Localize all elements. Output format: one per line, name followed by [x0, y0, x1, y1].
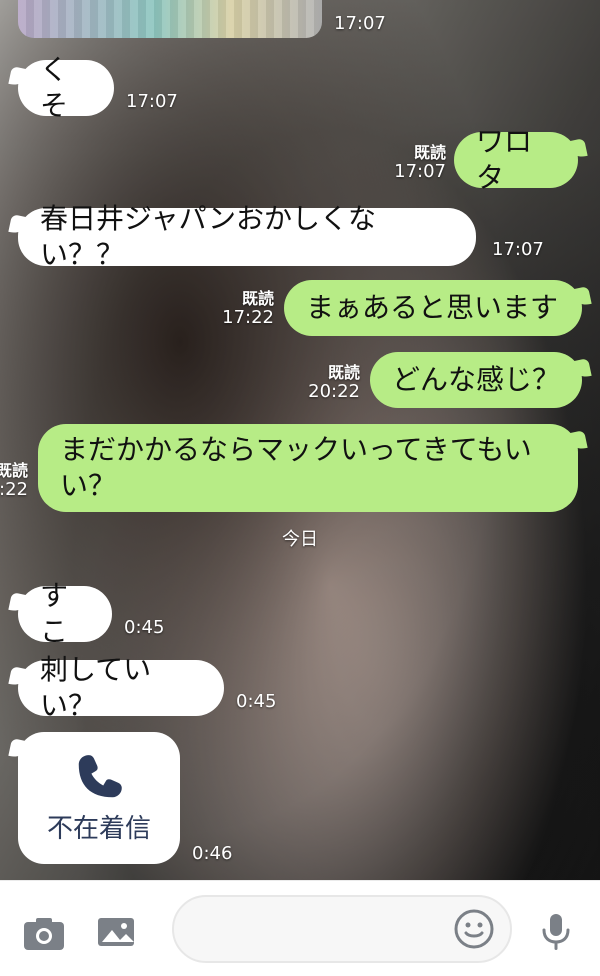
image-message-time: 17:07 [334, 13, 386, 34]
incoming-message-bubble[interactable]: すこ [18, 579, 112, 648]
message-time: 0:45 [236, 691, 277, 712]
read-label: 既読 [241, 289, 274, 308]
missed-call-time: 0:46 [192, 843, 233, 864]
mic-icon [542, 914, 570, 950]
mic-button[interactable] [532, 908, 580, 956]
message-input[interactable] [172, 895, 512, 963]
message-text: ワロタ [476, 125, 533, 194]
outgoing-message-bubble[interactable]: まだかかるならマックいってきてもいい？ [38, 424, 578, 512]
image-icon [98, 918, 134, 946]
read-time: 17:07 [394, 161, 446, 182]
phone-icon [78, 755, 122, 798]
incoming-message-bubble[interactable]: くそ [18, 53, 114, 122]
read-label: 既読 [413, 143, 446, 162]
outgoing-message-bubble[interactable]: どんな感じ？ [370, 352, 582, 408]
read-label: 既読 [327, 363, 360, 382]
read-receipt: 既読 17:07 [356, 144, 446, 182]
missed-call-label: 不在着信 [46, 814, 151, 844]
message-text: まだかかるならマックいってきてもいい？ [60, 433, 532, 502]
read-receipt: 既読 17:22 [184, 290, 274, 328]
incoming-message-bubble[interactable]: 刺していい？ [18, 653, 224, 722]
image-button[interactable] [92, 908, 140, 956]
message-text: すこ [40, 579, 69, 648]
message-text: まぁあると思います [306, 291, 559, 324]
message-input-bar [0, 880, 600, 976]
message-text: どんな感じ？ [392, 363, 561, 396]
read-time: 20:22 [308, 381, 360, 402]
message-text: くそ [40, 53, 69, 122]
emoji-icon[interactable] [452, 907, 496, 951]
message-text: 刺していい？ [40, 653, 152, 722]
outgoing-message-bubble[interactable]: ワロタ [454, 125, 578, 194]
camera-button[interactable] [20, 908, 68, 956]
camera-icon [24, 918, 64, 950]
read-time: 17:22 [222, 307, 274, 328]
message-time: 0:45 [124, 617, 165, 638]
message-text-input[interactable] [194, 914, 440, 944]
incoming-message-bubble[interactable]: 春日井ジャパンおかしくない？？ [18, 202, 476, 271]
message-time: 17:07 [492, 239, 544, 260]
missed-call-card[interactable]: 不在着信 [18, 732, 180, 864]
read-time: :22 [0, 479, 28, 500]
read-receipt: 既読 20:22 [270, 364, 360, 402]
message-time: 17:07 [126, 91, 178, 112]
image-message-thumbnail[interactable] [18, 0, 322, 38]
date-divider: 今日 [282, 529, 318, 550]
read-label: 既読 [0, 461, 28, 480]
chat-thread: 17:07 くそ 17:07 既読 17:07 ワロタ 春日井ジャパンおかしくな… [0, 0, 600, 880]
read-receipt: 既読 :22 [0, 462, 28, 500]
message-text: 春日井ジャパンおかしくない？？ [40, 202, 377, 271]
outgoing-message-bubble[interactable]: まぁあると思います [284, 280, 582, 336]
